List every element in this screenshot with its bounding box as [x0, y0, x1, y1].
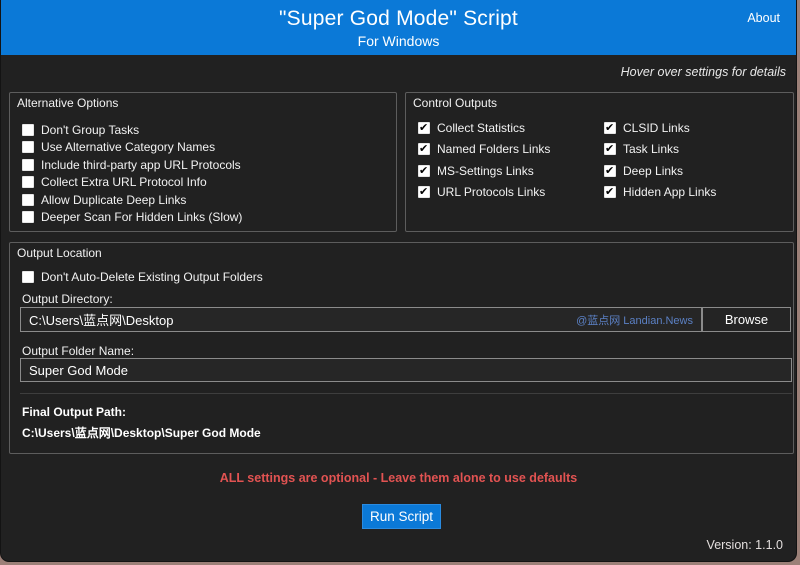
checkbox-deeper-scan-hidden-links[interactable]: Deeper Scan For Hidden Links (Slow) — [22, 211, 242, 224]
checkbox-label[interactable]: Hidden App Links — [623, 185, 716, 199]
checkbox-icon[interactable] — [418, 165, 430, 177]
checkbox-named-folders-links[interactable]: Named Folders Links — [418, 143, 550, 156]
checkbox-deep-links[interactable]: Deep Links — [604, 164, 716, 177]
watermark-text: @蓝点网 Landian.News — [576, 312, 693, 328]
checkbox-allow-duplicate-deep-links[interactable]: Allow Duplicate Deep Links — [22, 193, 242, 206]
version-label: Version: 1.1.0 — [707, 538, 783, 552]
app-subtitle: For Windows — [1, 33, 796, 49]
checkbox-label[interactable]: Collect Extra URL Protocol Info — [41, 175, 207, 189]
output-folder-name-input[interactable]: Super God Mode — [20, 358, 792, 382]
checkbox-collect-statistics[interactable]: Collect Statistics — [418, 121, 550, 134]
output-directory-input[interactable]: C:\Users\蓝点网\Desktop @蓝点网 Landian.News — [20, 307, 702, 332]
checkbox-icon[interactable] — [418, 186, 430, 198]
control-outputs-right-column: CLSID Links Task Links Deep Links Hidden… — [604, 121, 716, 199]
divider — [20, 393, 792, 394]
output-directory-label: Output Directory: — [22, 292, 113, 306]
checkbox-label[interactable]: URL Protocols Links — [437, 185, 545, 199]
group-alternative-options: Alternative Options Don't Group Tasks Us… — [9, 92, 397, 232]
checkbox-icon[interactable] — [22, 159, 34, 171]
checkbox-icon[interactable] — [22, 211, 34, 223]
checkbox-label[interactable]: Named Folders Links — [437, 142, 550, 156]
group-output-location: Output Location Don't Auto-Delete Existi… — [9, 242, 794, 454]
checkbox-label[interactable]: Task Links — [623, 142, 679, 156]
checkbox-label[interactable]: CLSID Links — [623, 121, 690, 135]
app-window: "Super God Mode" Script For Windows Abou… — [0, 0, 797, 562]
group-title: Output Location — [17, 246, 102, 260]
output-folder-name-value: Super God Mode — [29, 363, 128, 378]
checkbox-hidden-app-links[interactable]: Hidden App Links — [604, 186, 716, 199]
checkbox-icon[interactable] — [22, 176, 34, 188]
run-script-button[interactable]: Run Script — [362, 504, 441, 529]
checkbox-dont-group-tasks[interactable]: Don't Group Tasks — [22, 123, 242, 136]
checkbox-dont-auto-delete-output-folders[interactable]: Don't Auto-Delete Existing Output Folder… — [22, 270, 263, 283]
checkbox-label[interactable]: Deep Links — [623, 164, 683, 178]
checkbox-icon[interactable] — [22, 141, 34, 153]
alternative-options-list: Don't Group Tasks Use Alternative Catego… — [22, 123, 242, 224]
checkbox-use-alternative-category-names[interactable]: Use Alternative Category Names — [22, 141, 242, 154]
checkbox-label[interactable]: Collect Statistics — [437, 121, 525, 135]
checkbox-label[interactable]: Use Alternative Category Names — [41, 140, 215, 154]
checkbox-label[interactable]: MS-Settings Links — [437, 164, 534, 178]
checkbox-icon[interactable] — [22, 124, 34, 136]
final-output-path-value: C:\Users\蓝点网\Desktop\Super God Mode — [22, 424, 261, 441]
hover-hint: Hover over settings for details — [621, 65, 786, 79]
checkbox-icon[interactable] — [604, 165, 616, 177]
group-title: Control Outputs — [413, 96, 497, 110]
control-outputs-left-column: Collect Statistics Named Folders Links M… — [418, 121, 550, 199]
final-output-path-label: Final Output Path: — [22, 405, 126, 419]
checkbox-url-protocols-links[interactable]: URL Protocols Links — [418, 186, 550, 199]
browse-button[interactable]: Browse — [702, 307, 791, 332]
output-directory-value: C:\Users\蓝点网\Desktop — [29, 310, 173, 329]
group-control-outputs: Control Outputs Collect Statistics Named… — [405, 92, 794, 232]
checkbox-icon[interactable] — [418, 122, 430, 134]
header: "Super God Mode" Script For Windows Abou… — [1, 0, 796, 55]
checkbox-icon[interactable] — [418, 143, 430, 155]
checkbox-ms-settings-links[interactable]: MS-Settings Links — [418, 164, 550, 177]
about-link[interactable]: About — [747, 11, 780, 25]
checkbox-collect-extra-url-protocol-info[interactable]: Collect Extra URL Protocol Info — [22, 176, 242, 189]
checkbox-icon[interactable] — [22, 271, 34, 283]
checkbox-task-links[interactable]: Task Links — [604, 143, 716, 156]
checkbox-label[interactable]: Allow Duplicate Deep Links — [41, 193, 186, 207]
group-title: Alternative Options — [17, 96, 118, 110]
checkbox-icon[interactable] — [604, 186, 616, 198]
checkbox-label[interactable]: Include third-party app URL Protocols — [41, 158, 241, 172]
app-title: "Super God Mode" Script — [1, 0, 796, 31]
checkbox-icon[interactable] — [22, 194, 34, 206]
checkbox-icon[interactable] — [604, 122, 616, 134]
output-folder-name-label: Output Folder Name: — [22, 344, 134, 358]
checkbox-label[interactable]: Don't Auto-Delete Existing Output Folder… — [41, 270, 263, 284]
checkbox-clsid-links[interactable]: CLSID Links — [604, 121, 716, 134]
checkbox-include-third-party-url-protocols[interactable]: Include third-party app URL Protocols — [22, 158, 242, 171]
checkbox-label[interactable]: Don't Group Tasks — [41, 123, 139, 137]
checkbox-label[interactable]: Deeper Scan For Hidden Links (Slow) — [41, 210, 242, 224]
checkbox-icon[interactable] — [604, 143, 616, 155]
settings-optional-notice: ALL settings are optional - Leave them a… — [1, 471, 796, 485]
